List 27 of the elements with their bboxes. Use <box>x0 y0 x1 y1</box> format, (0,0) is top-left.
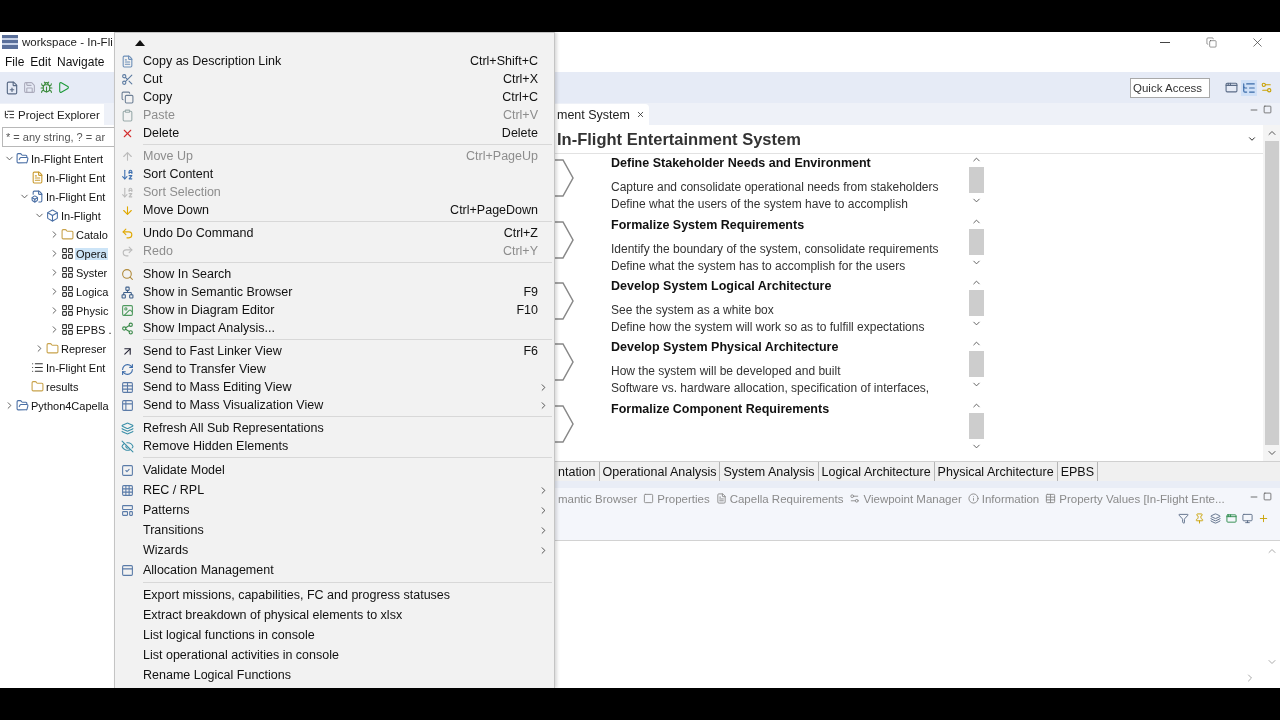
section-title: Develop System Physical Architecture <box>611 340 840 355</box>
section-title: Develop System Logical Architecture <box>611 279 833 294</box>
section-text: Software vs. hardware allocation, specification of interfaces, <box>611 380 931 398</box>
section-text: Capture and consolidate operational needs from stakeholders <box>611 179 940 197</box>
section-title: Formalize System Requirements <box>611 217 806 232</box>
shortcut: Ctrl+PageDown <box>450 203 538 217</box>
shortcut: Ctrl+X <box>502 72 538 86</box>
section-text: See the system as a white box <box>611 302 775 320</box>
shortcut: Ctrl+Y <box>502 244 538 258</box>
shortcut: F10 <box>516 303 538 317</box>
page-heading: In-Flight Entertainment System <box>557 129 801 149</box>
shortcut: Ctrl+PageUp <box>466 149 538 163</box>
shortcut: Ctrl+Shift+C <box>469 54 538 68</box>
shortcut: Ctrl+Z <box>503 226 538 240</box>
section-text: Define what the users of the system have to accomplish <box>611 196 909 214</box>
section-text: How the system will be developed and built <box>611 363 842 381</box>
section-text: Define how the system will work so as to fulfill expectations <box>611 319 926 337</box>
shortcut: F6 <box>523 344 538 358</box>
shortcut: F9 <box>523 285 538 299</box>
section-title: Define Stakeholder Needs and Environment <box>611 156 872 171</box>
window-title: workspace - In-Fli <box>22 36 113 48</box>
section-title: Formalize Component Requirements <box>611 401 831 416</box>
shortcut: Ctrl+V <box>502 108 538 122</box>
shortcut: Delete <box>501 126 538 140</box>
shortcut: Ctrl+C <box>502 90 538 104</box>
section-text: Define what the system has to accomplish for the users <box>611 257 907 275</box>
section-text: Identify the boundary of the system, consolidate requirements <box>611 240 940 258</box>
